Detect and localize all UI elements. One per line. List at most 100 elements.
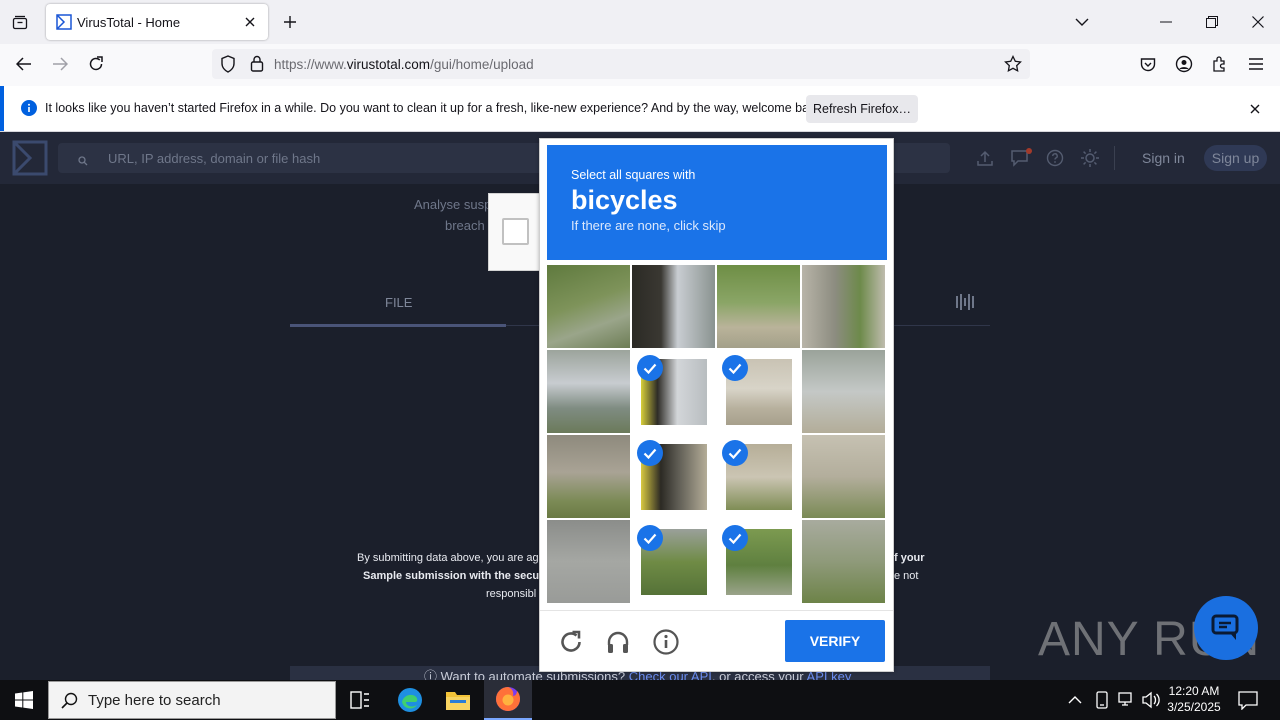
close-tab-icon[interactable] (240, 12, 260, 32)
sign-up-button[interactable]: Sign up (1204, 145, 1267, 171)
extensions-icon[interactable] (1206, 50, 1234, 78)
vt-intro-line2: breach (445, 218, 485, 233)
url-domain: virustotal.com (346, 57, 431, 72)
new-tab-icon[interactable] (276, 8, 304, 36)
close-notification-icon[interactable] (1244, 98, 1266, 120)
app-menu-icon[interactable] (1242, 50, 1270, 78)
tab-title: VirusTotal - Home (77, 15, 181, 30)
reload-icon[interactable] (82, 50, 110, 78)
captcha-prompt-small: Select all squares with (571, 168, 696, 182)
captcha-tile[interactable] (717, 435, 800, 518)
captcha-tile[interactable] (547, 265, 630, 348)
captcha-tile-image (717, 265, 800, 348)
refresh-firefox-button[interactable]: Refresh Firefox… (806, 95, 918, 123)
sign-in-link[interactable]: Sign in (1142, 150, 1185, 166)
url-text: https://www.virustotal.com/gui/home/uplo… (274, 57, 534, 72)
captcha-tile-image (547, 350, 630, 433)
close-window-icon[interactable] (1236, 4, 1280, 40)
upload-icon[interactable] (976, 149, 994, 172)
restore-window-icon[interactable] (1190, 4, 1234, 40)
audio-challenge-icon[interactable] (605, 629, 631, 660)
show-hidden-icons-icon[interactable] (1068, 692, 1082, 710)
captcha-tile[interactable] (632, 435, 715, 518)
captcha-challenge: Select all squares with bicycles If ther… (539, 138, 894, 672)
info-icon (21, 100, 37, 121)
tile-selection-wrap (722, 440, 792, 510)
tile-selected-check-icon (637, 440, 663, 466)
reload-challenge-icon[interactable] (558, 629, 584, 660)
clock-date: 3/25/2025 (1167, 700, 1221, 714)
captcha-tile-image (802, 265, 885, 348)
captcha-tile[interactable] (547, 520, 630, 603)
captcha-hint: If there are none, click skip (571, 218, 726, 233)
help-icon[interactable] (1046, 149, 1064, 172)
captcha-tile[interactable] (717, 265, 800, 348)
tile-selected-check-icon (637, 525, 663, 551)
captcha-tile[interactable] (717, 520, 800, 603)
tab-manager-icon[interactable] (6, 8, 34, 36)
chat-icon (1211, 614, 1239, 640)
theme-toggle-icon[interactable] (1080, 148, 1100, 173)
padlock-icon[interactable] (250, 55, 264, 77)
tile-selection-wrap (637, 525, 707, 595)
account-icon[interactable] (1170, 50, 1198, 78)
clock[interactable]: 12:20 AM 3/25/2025 (1162, 683, 1226, 715)
network-icon[interactable] (1118, 692, 1136, 713)
captcha-tile-image (547, 520, 630, 603)
pocket-icon[interactable] (1134, 50, 1162, 78)
captcha-tile[interactable] (802, 265, 885, 348)
notifications-icon[interactable] (1010, 148, 1032, 173)
taskbar-search-box[interactable]: Type here to search (48, 681, 336, 719)
captcha-tile[interactable] (632, 265, 715, 348)
notification-message: It looks like you haven’t started Firefo… (45, 101, 826, 115)
tile-selection-wrap (637, 355, 707, 425)
captcha-tile-image (802, 520, 885, 603)
vt-search-placeholder: URL, IP address, domain or file hash (108, 151, 321, 166)
vt-intro-line1: Analyse susp (414, 197, 492, 212)
captcha-tile[interactable] (547, 435, 630, 518)
tab-file-underline (290, 324, 506, 327)
back-icon[interactable] (10, 50, 38, 78)
chat-support-button[interactable] (1194, 596, 1258, 660)
notification-center-icon[interactable] (1238, 690, 1258, 715)
captcha-header: Select all squares with bicycles If ther… (547, 145, 887, 260)
file-explorer-icon[interactable] (434, 680, 482, 720)
url-bar[interactable]: https://www.virustotal.com/gui/home/uplo… (212, 49, 1030, 79)
captcha-tile-image (547, 265, 630, 348)
minimize-window-icon[interactable] (1144, 4, 1188, 40)
windows-start-icon[interactable] (0, 680, 48, 720)
help-info-icon[interactable] (653, 629, 679, 660)
list-all-tabs-icon[interactable] (1068, 8, 1096, 36)
tile-selection-wrap (722, 355, 792, 425)
captcha-tile[interactable] (802, 435, 885, 518)
active-tab[interactable]: VirusTotal - Home (46, 4, 268, 40)
url-path: /gui/home/upload (430, 57, 534, 72)
virustotal-logo-icon[interactable] (12, 140, 48, 181)
tile-selection-wrap (637, 440, 707, 510)
notification-accent (0, 86, 4, 131)
captcha-tile[interactable] (717, 350, 800, 433)
captcha-tile[interactable] (632, 520, 715, 603)
terms-right2: e not (894, 570, 919, 582)
captcha-tile[interactable] (802, 350, 885, 433)
captcha-tile[interactable] (802, 520, 885, 603)
task-view-icon[interactable] (336, 680, 384, 720)
forward-icon[interactable] (46, 50, 74, 78)
tracking-protection-shield-icon[interactable] (220, 55, 236, 78)
firefox-taskbar-icon[interactable] (484, 680, 532, 720)
captcha-checkbox[interactable] (502, 218, 529, 245)
bookmark-star-icon[interactable] (1004, 54, 1022, 78)
terms-line1: By submitting data above, you are ag (357, 552, 539, 564)
volume-icon[interactable] (1142, 691, 1160, 714)
device-icon[interactable] (1094, 691, 1110, 714)
tile-selected-check-icon (637, 355, 663, 381)
captcha-tile[interactable] (547, 350, 630, 433)
tab-file[interactable]: FILE (385, 295, 412, 310)
verify-button[interactable]: VERIFY (785, 620, 885, 662)
taskbar-search-placeholder: Type here to search (88, 692, 221, 709)
header-divider (1114, 146, 1115, 170)
captcha-tile[interactable] (632, 350, 715, 433)
search-tab-icon[interactable] (954, 292, 976, 317)
captcha-grid (547, 265, 887, 605)
edge-browser-icon[interactable] (386, 680, 434, 720)
